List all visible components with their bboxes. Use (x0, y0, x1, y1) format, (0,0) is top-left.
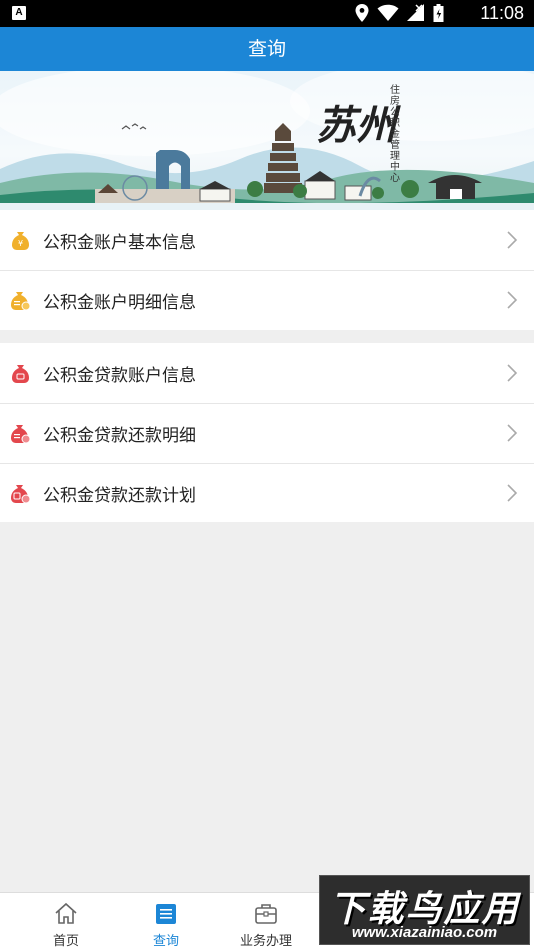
account-menu-group: ¥ 公积金账户基本信息 公积金账户明细信息 (0, 210, 534, 330)
title-bar: 查询 (0, 27, 534, 71)
wifi-icon (377, 4, 399, 22)
app-notification-icon: A (12, 6, 26, 20)
chevron-right-icon (507, 364, 518, 382)
tab-business[interactable]: 业务办理 (216, 893, 316, 950)
chevron-right-icon (507, 291, 518, 309)
menu-item-label: 公积金贷款账户信息 (43, 365, 196, 386)
menu-item-label: 公积金账户基本信息 (43, 232, 196, 253)
menu-item-label: 公积金贷款还款明细 (43, 425, 196, 446)
tab-home[interactable]: 首页 (16, 893, 116, 950)
tab-label: 首页 (52, 934, 79, 949)
page-title: 查询 (247, 38, 286, 60)
signal-icon (407, 4, 424, 21)
red-loan-bag-plan-icon (11, 485, 31, 504)
document-list-icon (156, 904, 176, 924)
banner-subtitle: 住房公积金管理中心 (390, 85, 400, 184)
menu-item-loan-repayment-plan[interactable]: 公积金贷款还款计划 (0, 463, 534, 523)
svg-text:¥: ¥ (18, 239, 23, 248)
menu-item-account-basic-info[interactable]: ¥ 公积金账户基本信息 (0, 210, 534, 270)
chevron-right-icon (507, 484, 518, 502)
watermark-url: www.xiazainiao.com (351, 924, 498, 941)
tab-query[interactable]: 查询 (116, 893, 216, 950)
gold-coin-bag-list-icon (11, 292, 31, 311)
menu-item-loan-account-info[interactable]: 公积金贷款账户信息 (0, 343, 534, 403)
banner-calligraphy: 苏州 (316, 102, 401, 149)
red-loan-bag-icon (12, 365, 29, 383)
home-icon (55, 902, 77, 924)
status-bar: A 11:08 (0, 0, 534, 27)
chevron-right-icon (507, 231, 518, 249)
battery-icon (433, 4, 444, 22)
red-loan-bag-detail-icon (11, 425, 31, 444)
clock: 11:08 (480, 3, 524, 23)
briefcase-icon (255, 904, 277, 924)
gold-coin-bag-icon: ¥ (12, 232, 29, 250)
menu-item-label: 公积金贷款还款计划 (43, 485, 196, 506)
chevron-right-icon (507, 424, 518, 442)
menu-item-account-detail-info[interactable]: 公积金账户明细信息 (0, 270, 534, 330)
tab-label: 业务办理 (239, 934, 292, 949)
menu-item-loan-repayment-detail[interactable]: 公积金贷款还款明细 (0, 403, 534, 463)
watermark-logo: 下载鸟应用 www.xiazainiao.com (319, 875, 530, 945)
menu-item-label: 公积金账户明细信息 (43, 292, 196, 313)
tab-label: 查询 (152, 934, 179, 949)
loan-menu-group: 公积金贷款账户信息 公积金贷款还款明细 公积金贷款还款计划 (0, 343, 534, 522)
location-icon (355, 4, 369, 22)
status-icons (355, 3, 444, 23)
banner-image: 苏州 住房公积金管理中心 (0, 71, 534, 210)
suzhou-skyline-illustration: 苏州 (0, 71, 534, 210)
